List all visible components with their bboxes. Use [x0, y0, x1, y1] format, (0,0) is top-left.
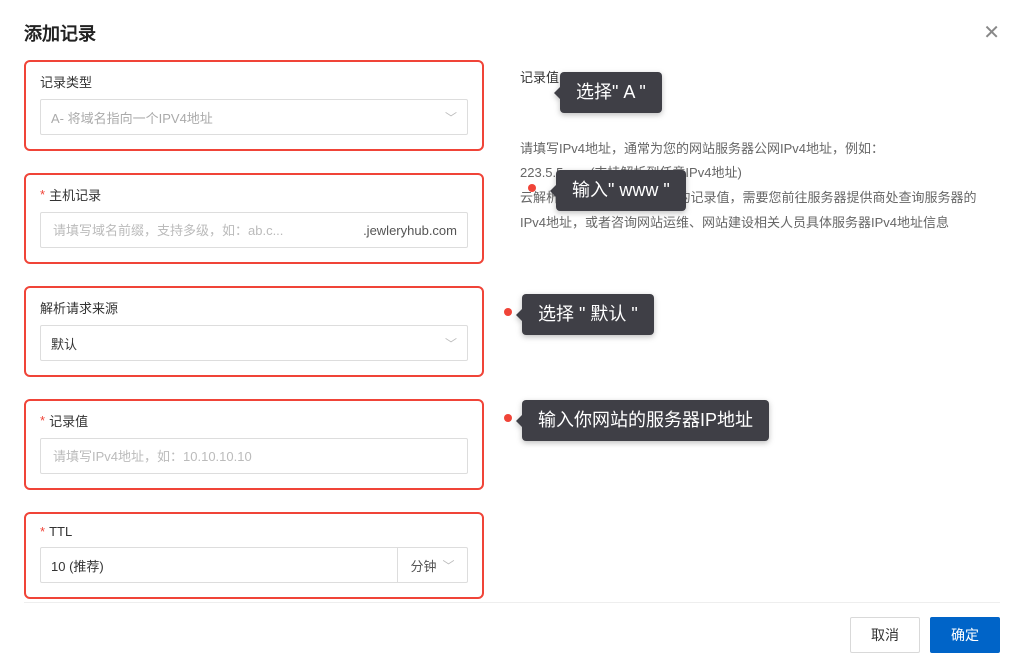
label-ttl: * TTL — [40, 524, 468, 539]
select-ttl-unit[interactable]: 分钟 ﹀ — [397, 548, 467, 582]
help-line1: 请填写IPv4地址，通常为您的网站服务器公网IPv4地址，例如： — [520, 137, 1000, 162]
input-value-wrapper — [40, 438, 468, 474]
label-record-type: 记录类型 — [40, 72, 468, 91]
host-suffix: .jewleryhub.com — [357, 223, 457, 238]
label-value: * 记录值 — [40, 411, 468, 430]
page-title: 添加记录 — [24, 20, 96, 46]
input-ttl[interactable]: 10 (推荐) — [41, 556, 397, 575]
cancel-button[interactable]: 取消 — [850, 617, 920, 653]
help-panel: 记录值 请填写IPv4地址，通常为您的网站服务器公网IPv4地址，例如： 223… — [484, 60, 1000, 621]
annotation-input-ip: 输入你网站的服务器IP地址 — [522, 400, 769, 441]
required-star: * — [40, 524, 45, 539]
label-host: * 主机记录 — [40, 185, 468, 204]
label-source: 解析请求来源 — [40, 298, 468, 317]
select-record-type-value: A- 将域名指向一个IPV4地址 — [51, 108, 213, 127]
confirm-button[interactable]: 确定 — [930, 617, 1000, 653]
select-record-type[interactable]: A- 将域名指向一个IPV4地址 ﹀ — [40, 99, 468, 135]
annotation-select-a: 选择" A " — [560, 72, 662, 113]
annotation-select-default: 选择 " 默认 " — [522, 294, 654, 335]
annotation-input-www: 输入" www " — [556, 170, 686, 211]
input-host-wrapper: .jewleryhub.com — [40, 212, 468, 248]
field-record-type: 记录类型 A- 将域名指向一个IPV4地址 ﹀ — [24, 60, 484, 151]
input-host[interactable] — [51, 222, 357, 239]
select-source-value: 默认 — [51, 334, 77, 353]
required-star: * — [40, 413, 45, 428]
field-source: 解析请求来源 默认 ﹀ — [24, 286, 484, 377]
chevron-down-icon: ﹀ — [445, 109, 457, 126]
select-source[interactable]: 默认 ﹀ — [40, 325, 468, 361]
required-star: * — [40, 187, 45, 202]
input-value[interactable] — [51, 448, 457, 465]
close-icon[interactable]: ✕ — [983, 23, 1000, 43]
chevron-down-icon: ﹀ — [443, 557, 455, 574]
field-value: * 记录值 — [24, 399, 484, 490]
footer-divider — [24, 602, 1000, 603]
annotation-dot — [528, 184, 536, 192]
field-ttl: * TTL 10 (推荐) 分钟 ﹀ — [24, 512, 484, 599]
field-host: * 主机记录 .jewleryhub.com — [24, 173, 484, 264]
chevron-down-icon: ﹀ — [445, 335, 457, 352]
